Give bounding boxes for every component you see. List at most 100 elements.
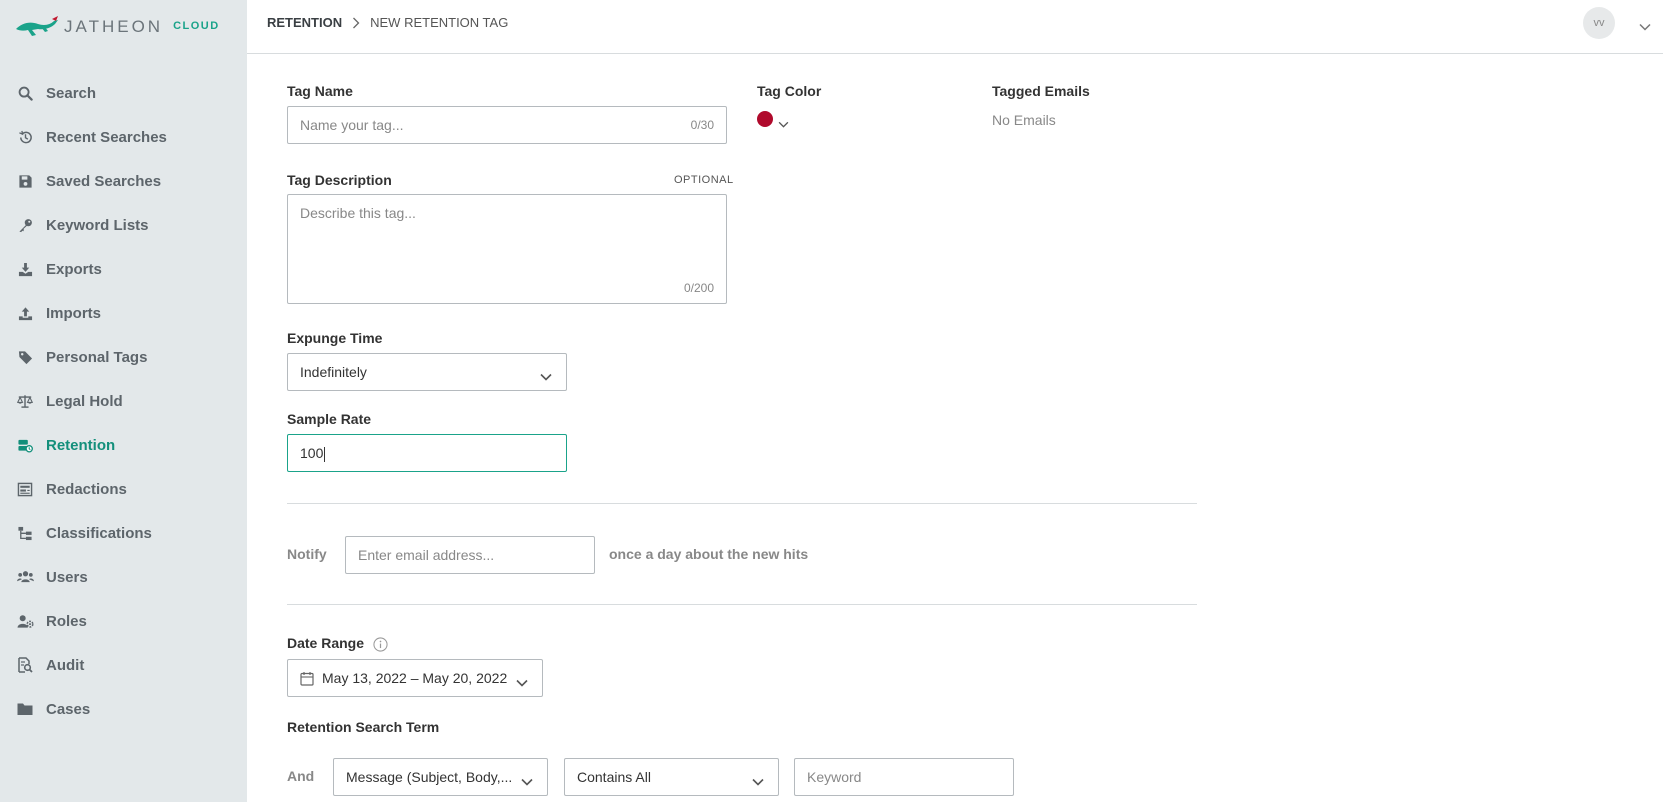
- chevron-down-icon: [540, 368, 552, 386]
- sidebar-item-imports[interactable]: Imports: [0, 291, 247, 335]
- expunge-time-label: Expunge Time: [287, 330, 383, 346]
- sidebar-item-label: Users: [46, 568, 88, 586]
- sidebar-item-label: Personal Tags: [46, 348, 148, 366]
- chevron-down-icon: [752, 773, 764, 791]
- keyword-input[interactable]: Keyword: [794, 758, 1014, 796]
- tag-color-swatch[interactable]: [757, 111, 773, 127]
- text-cursor: [324, 446, 326, 462]
- search-icon: [16, 84, 34, 102]
- info-icon[interactable]: [373, 637, 388, 657]
- folder-icon: [16, 700, 34, 718]
- sidebar-item-label: Exports: [46, 260, 102, 278]
- tag-description-label: Tag Description: [287, 172, 392, 188]
- tag-name-input[interactable]: Name your tag... 0/30: [287, 106, 727, 144]
- condition-value: Contains All: [577, 769, 651, 785]
- sidebar-item-exports[interactable]: Exports: [0, 247, 247, 291]
- sidebar-item-personal-tags[interactable]: Personal Tags: [0, 335, 247, 379]
- sidebar-item-label: Keyword Lists: [46, 216, 149, 234]
- condition-select[interactable]: Contains All: [564, 758, 779, 796]
- audit-icon: [16, 656, 34, 674]
- history-icon: [16, 128, 34, 146]
- logo-text: JATHEON: [64, 17, 164, 36]
- date-range-value: May 13, 2022 – May 20, 2022: [322, 670, 508, 686]
- date-range-picker[interactable]: May 13, 2022 – May 20, 2022: [287, 659, 543, 697]
- tagged-emails-label: Tagged Emails: [992, 83, 1090, 99]
- retention-search-term-label: Retention Search Term: [287, 719, 440, 735]
- sample-rate-value-wrap: 100: [300, 445, 326, 462]
- sidebar-item-users[interactable]: Users: [0, 555, 247, 599]
- save-icon: [16, 172, 34, 190]
- date-range-label: Date Range: [287, 635, 365, 651]
- chevron-down-icon[interactable]: [778, 115, 789, 133]
- sidebar-item-label: Recent Searches: [46, 128, 167, 146]
- sidebar-item-redactions[interactable]: Redactions: [0, 467, 247, 511]
- chevron-right-icon: [352, 17, 360, 29]
- calendar-icon: [300, 671, 314, 691]
- breadcrumb-root-link[interactable]: RETENTION: [267, 15, 342, 30]
- operator-label: And: [287, 768, 315, 784]
- app-logo[interactable]: JATHEON CLOUD: [14, 14, 220, 40]
- sidebar-item-recent-searches[interactable]: Recent Searches: [0, 115, 247, 159]
- top-bar: RETENTION NEW RETENTION TAG vv: [247, 0, 1663, 54]
- key-icon: [16, 216, 34, 234]
- divider: [287, 503, 1197, 504]
- retention-icon: [16, 436, 34, 454]
- chevron-down-icon: [516, 674, 528, 692]
- keyword-placeholder: Keyword: [807, 769, 862, 785]
- tag-name-placeholder: Name your tag...: [300, 117, 404, 133]
- breadcrumb: RETENTION NEW RETENTION TAG: [267, 15, 508, 30]
- sidebar-item-label: Cases: [46, 700, 91, 718]
- chevron-down-icon[interactable]: [1639, 18, 1651, 36]
- sidebar-item-roles[interactable]: Roles: [0, 599, 247, 643]
- sidebar-item-search[interactable]: Search: [0, 71, 247, 115]
- sidebar-item-saved-searches[interactable]: Saved Searches: [0, 159, 247, 203]
- tag-description-textarea[interactable]: Describe this tag... 0/200: [287, 194, 727, 304]
- roles-icon: [16, 612, 34, 630]
- sidebar-item-label: Saved Searches: [46, 172, 162, 190]
- sample-rate-input[interactable]: 100: [287, 434, 567, 472]
- notify-suffix-text: once a day about the new hits: [609, 546, 809, 562]
- expunge-time-value: Indefinitely: [300, 364, 367, 380]
- logo-cloud-label: CLOUD: [173, 19, 220, 32]
- tagged-emails-value: No Emails: [992, 112, 1056, 128]
- tag-name-counter: 0/30: [690, 118, 714, 132]
- tag-name-label: Tag Name: [287, 83, 353, 99]
- sidebar-item-cases[interactable]: Cases: [0, 687, 247, 731]
- notify-label: Notify: [287, 546, 327, 562]
- tag-description-counter: 0/200: [683, 281, 714, 295]
- tag-description-placeholder: Describe this tag...: [300, 205, 416, 221]
- sidebar-item-label: Retention: [46, 436, 116, 454]
- notify-email-input[interactable]: Enter email address...: [345, 536, 595, 574]
- users-icon: [16, 568, 34, 586]
- expunge-time-select[interactable]: Indefinitely: [287, 353, 567, 391]
- sidebar-nav: Search Recent Searches Saved Searches Ke…: [0, 71, 247, 731]
- notify-email-placeholder: Enter email address...: [358, 547, 495, 563]
- sidebar-item-label: Roles: [46, 612, 87, 630]
- sidebar-item-classifications[interactable]: Classifications: [0, 511, 247, 555]
- search-field-value: Message (Subject, Body,...: [346, 769, 513, 785]
- optional-badge: OPTIONAL: [674, 174, 734, 186]
- sidebar: JATHEON CLOUD Search Recent Searches Sav…: [0, 0, 247, 802]
- user-avatar[interactable]: vv: [1583, 7, 1615, 39]
- download-icon: [16, 260, 34, 278]
- sample-rate-label: Sample Rate: [287, 411, 372, 427]
- scale-icon: [16, 392, 34, 410]
- breadcrumb-current: NEW RETENTION TAG: [370, 15, 509, 30]
- sidebar-item-retention[interactable]: Retention: [0, 423, 247, 467]
- tag-icon: [16, 348, 34, 366]
- sample-rate-value: 100: [300, 445, 324, 461]
- sidebar-item-label: Imports: [46, 304, 102, 322]
- lizard-logo-icon: [16, 16, 58, 36]
- sidebar-item-label: Redactions: [46, 480, 127, 498]
- chevron-down-icon: [521, 773, 533, 791]
- redaction-icon: [16, 480, 34, 498]
- sidebar-item-label: Audit: [46, 656, 85, 674]
- sidebar-item-keyword-lists[interactable]: Keyword Lists: [0, 203, 247, 247]
- tag-color-label: Tag Color: [757, 83, 822, 99]
- search-field-select[interactable]: Message (Subject, Body,...: [333, 758, 548, 796]
- sidebar-item-legal-hold[interactable]: Legal Hold: [0, 379, 247, 423]
- sidebar-item-label: Classifications: [46, 524, 152, 542]
- sidebar-item-audit[interactable]: Audit: [0, 643, 247, 687]
- divider: [287, 604, 1197, 605]
- upload-icon: [16, 304, 34, 322]
